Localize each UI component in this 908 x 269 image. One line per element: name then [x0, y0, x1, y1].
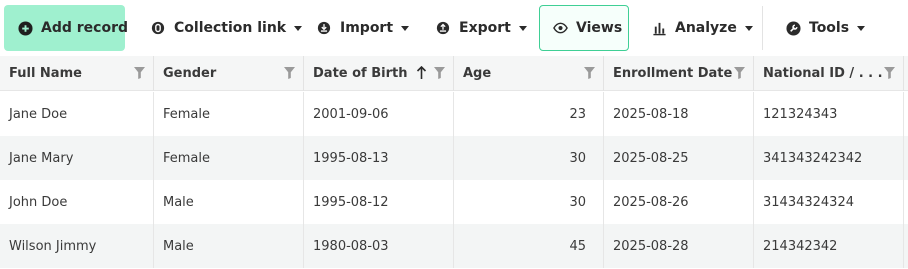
- link-icon: [150, 20, 166, 36]
- plus-circle-icon: [18, 20, 33, 36]
- cell-enrollment-date[interactable]: 2025-08-18: [604, 92, 754, 136]
- table-header: Full Name Gender Date of Birth Age Enrol…: [0, 56, 908, 91]
- column-header-full-name[interactable]: Full Name: [0, 56, 154, 91]
- eye-icon: [553, 20, 568, 36]
- import-icon: [316, 20, 332, 36]
- cell-date-of-birth[interactable]: 1995-08-13: [304, 136, 454, 180]
- wrench-icon: [785, 20, 801, 36]
- cell-national-id[interactable]: 121324343: [754, 92, 904, 136]
- cell-national-id[interactable]: 31434324324: [754, 180, 904, 224]
- cell-full-name[interactable]: Wilson Jimmy: [0, 224, 154, 268]
- cell-national-id[interactable]: 341343242342: [754, 136, 904, 180]
- export-button[interactable]: Export: [425, 5, 537, 51]
- toolbar-divider: [762, 6, 763, 50]
- views-button[interactable]: Views: [539, 5, 629, 51]
- cell-date-of-birth[interactable]: 2001-09-06: [304, 92, 454, 136]
- add-record-button[interactable]: Add record: [4, 5, 128, 51]
- cell-full-name[interactable]: Jane Mary: [0, 136, 154, 180]
- cell-gender[interactable]: Male: [154, 224, 304, 268]
- chevron-down-icon: [744, 25, 753, 31]
- analyze-label: Analyze: [675, 20, 737, 36]
- tools-label: Tools: [809, 20, 850, 36]
- column-header-age[interactable]: Age: [454, 56, 604, 91]
- tools-button[interactable]: Tools: [775, 5, 875, 51]
- table-row[interactable]: Jane Doe Female 2001-09-06 23 2025-08-18…: [0, 92, 908, 136]
- cell-full-name[interactable]: John Doe: [0, 180, 154, 224]
- column-header-date-of-birth[interactable]: Date of Birth: [304, 56, 454, 91]
- cell-enrollment-date[interactable]: 2025-08-25: [604, 136, 754, 180]
- cell-age[interactable]: 45: [454, 224, 604, 268]
- filter-icon[interactable]: [884, 67, 895, 79]
- filter-icon[interactable]: [434, 67, 445, 79]
- add-record-label: Add record: [41, 20, 128, 36]
- cell-age[interactable]: 30: [454, 180, 604, 224]
- table-row[interactable]: Jane Mary Female 1995-08-13 30 2025-08-2…: [0, 136, 908, 180]
- cell-date-of-birth[interactable]: 1995-08-12: [304, 180, 454, 224]
- collection-link-button[interactable]: Collection link: [140, 5, 312, 51]
- cell-enrollment-date[interactable]: 2025-08-28: [604, 224, 754, 268]
- cell-gender[interactable]: Male: [154, 180, 304, 224]
- cell-gender[interactable]: Female: [154, 136, 304, 180]
- cell-gender[interactable]: Female: [154, 92, 304, 136]
- analyze-button[interactable]: Analyze: [641, 5, 763, 51]
- chevron-down-icon: [294, 25, 303, 31]
- chevron-down-icon: [857, 25, 866, 31]
- export-label: Export: [459, 20, 511, 36]
- cell-age[interactable]: 23: [454, 92, 604, 136]
- cell-full-name[interactable]: Jane Doe: [0, 92, 154, 136]
- import-button[interactable]: Import: [306, 5, 419, 51]
- column-header-gender[interactable]: Gender: [154, 56, 304, 91]
- records-table: Full Name Gender Date of Birth Age Enrol…: [0, 56, 908, 269]
- cell-date-of-birth[interactable]: 1980-08-03: [304, 224, 454, 268]
- bar-chart-icon: [651, 20, 667, 36]
- filter-icon[interactable]: [284, 67, 295, 79]
- table-row[interactable]: Wilson Jimmy Male 1980-08-03 45 2025-08-…: [0, 224, 908, 268]
- sort-ascending-icon[interactable]: [416, 66, 427, 80]
- export-icon: [435, 20, 451, 36]
- column-header-enrollment-date[interactable]: Enrollment Date: [604, 56, 754, 91]
- table-row[interactable]: John Doe Male 1995-08-12 30 2025-08-26 3…: [0, 180, 908, 224]
- import-label: Import: [340, 20, 394, 36]
- column-header-national-id[interactable]: National ID / . . .: [754, 56, 904, 91]
- chevron-down-icon: [518, 25, 527, 31]
- toolbar: Add record Collection link Import Export…: [0, 0, 908, 56]
- chevron-down-icon: [401, 25, 410, 31]
- cell-age[interactable]: 30: [454, 136, 604, 180]
- filter-icon[interactable]: [584, 67, 595, 79]
- filter-icon[interactable]: [134, 67, 145, 79]
- cell-enrollment-date[interactable]: 2025-08-26: [604, 180, 754, 224]
- collection-link-label: Collection link: [174, 20, 287, 36]
- views-label: Views: [576, 20, 623, 36]
- cell-national-id[interactable]: 214342342: [754, 224, 904, 268]
- filter-icon[interactable]: [734, 67, 745, 79]
